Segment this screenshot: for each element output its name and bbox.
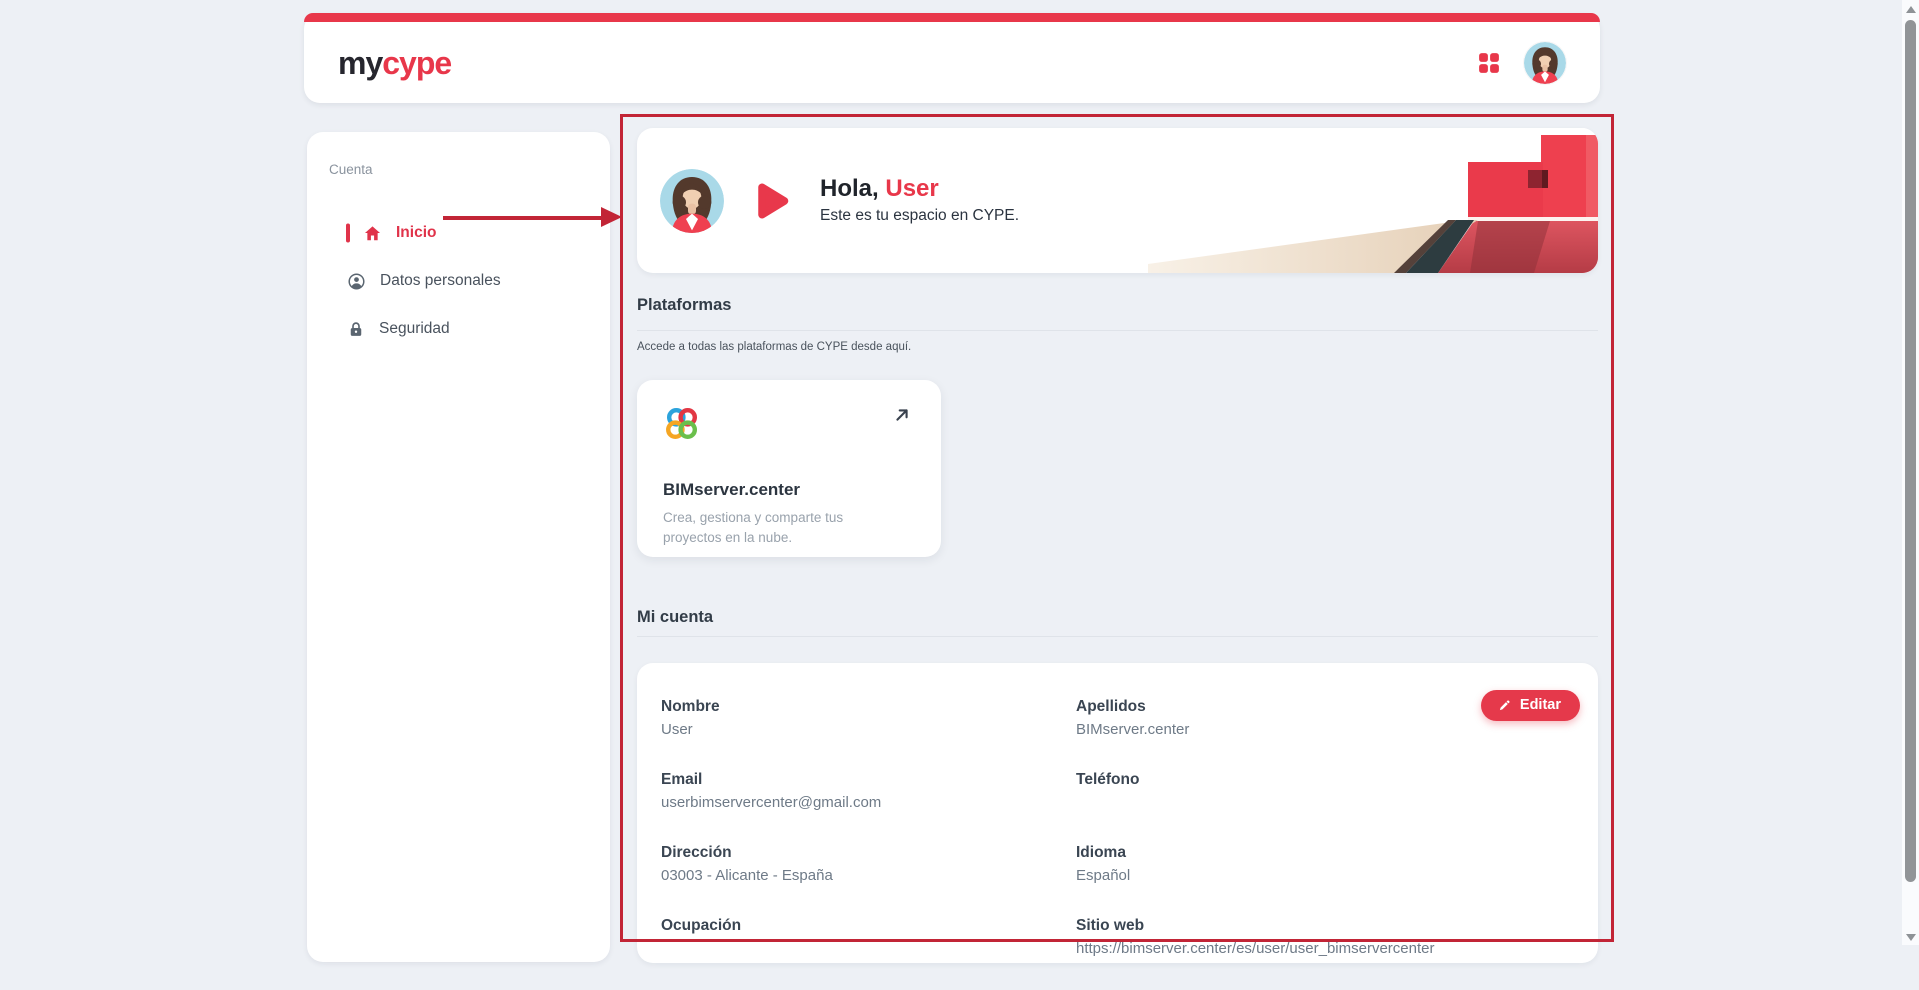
sidebar-item-label: Datos personales: [380, 272, 501, 289]
field-label: Ocupación: [661, 917, 742, 934]
pencil-icon: [1499, 699, 1510, 710]
active-indicator: [346, 223, 350, 243]
section-divider: [637, 636, 1598, 637]
field-telefono: Teléfono: [1076, 771, 1574, 813]
field-value: [661, 940, 1076, 959]
field-value: User: [661, 721, 693, 738]
account-sidebar: Cuenta Inicio Datos personales Seguridad: [307, 132, 610, 962]
greeting-subtitle: Este es tu espacio en CYPE.: [820, 206, 1020, 224]
field-label: Dirección: [661, 844, 732, 861]
platform-card-description: Crea, gestiona y comparte tus proyectos …: [663, 510, 844, 545]
apps-grid-icon[interactable]: [1478, 52, 1500, 74]
greeting-username: User: [885, 175, 939, 203]
field-email: Email userbimservercenter@gmail.com: [661, 771, 1076, 813]
field-value: 03003 - Alicante - España: [661, 867, 833, 884]
field-value: BIMserver.center: [1076, 721, 1190, 738]
person-circle-icon: [348, 272, 365, 290]
sidebar-item-datos-personales[interactable]: Datos personales: [307, 257, 610, 305]
edit-button-label: Editar: [1519, 697, 1561, 713]
home-icon: [364, 225, 381, 240]
sidebar-item-label: Seguridad: [379, 320, 450, 337]
greeting-title: Hola, User: [820, 176, 1019, 202]
scrollbar-up-arrow[interactable]: [1905, 6, 1916, 13]
platform-card-bimserver[interactable]: BIMserver.center Crea, gestiona y compar…: [637, 380, 941, 557]
scrollbar-thumb[interactable]: [1905, 20, 1916, 882]
field-ocupacion: Ocupación: [661, 917, 1076, 959]
hero-user-avatar: [660, 169, 724, 233]
user-avatar[interactable]: [1524, 42, 1566, 84]
sidebar-section-label: Cuenta: [329, 162, 373, 177]
greeting-prefix: Hola,: [820, 175, 879, 203]
welcome-banner: Hola, User Este es tu espacio en CYPE.: [637, 128, 1598, 273]
field-label: Teléfono: [1076, 771, 1140, 788]
vertical-scrollbar[interactable]: [1902, 0, 1919, 945]
field-label: Idioma: [1076, 844, 1126, 861]
platforms-section-title: Plataformas: [637, 296, 732, 314]
account-section-title: Mi cuenta: [637, 608, 714, 626]
platform-card-title: BIMserver.center: [663, 480, 801, 499]
mycype-logo[interactable]: mycype: [338, 44, 452, 81]
logo-text-cype: cype: [382, 44, 452, 81]
section-divider: [637, 330, 1598, 331]
logo-text-my: my: [338, 44, 383, 81]
app-header: mycype: [304, 13, 1600, 103]
field-sitio-web: Sitio web https://bimserver.center/es/us…: [1076, 917, 1574, 959]
field-label: Email: [661, 771, 703, 788]
bimserver-logo: [666, 408, 698, 440]
platforms-description: Accede a todas las plataformas de CYPE d…: [637, 341, 912, 353]
sidebar-item-seguridad[interactable]: Seguridad: [307, 305, 610, 353]
external-link-icon[interactable]: [891, 404, 913, 426]
field-label: Nombre: [661, 698, 720, 715]
sidebar-item-label: Inicio: [396, 224, 437, 241]
field-value: Español: [1076, 867, 1131, 884]
field-nombre: Nombre User: [661, 698, 1076, 740]
play-icon: [758, 183, 789, 218]
architecture-banner-image: [1148, 128, 1598, 273]
field-value: [1076, 794, 1574, 813]
field-idioma: Idioma Español: [1076, 844, 1574, 886]
field-label: Sitio web: [1076, 917, 1145, 934]
lock-icon: [350, 321, 362, 336]
scrollbar-down-arrow[interactable]: [1905, 934, 1916, 941]
field-direccion: Dirección 03003 - Alicante - España: [661, 844, 1076, 886]
brand-top-stripe: [304, 13, 1600, 22]
edit-button[interactable]: Editar: [1480, 690, 1580, 721]
field-value: userbimservercenter@gmail.com: [661, 794, 882, 811]
account-details-card: Editar Nombre User Apellidos BIMserver.c…: [637, 663, 1598, 963]
field-value: https://bimserver.center/es/user/user_bi…: [1076, 940, 1435, 957]
sidebar-item-inicio[interactable]: Inicio: [307, 209, 610, 257]
